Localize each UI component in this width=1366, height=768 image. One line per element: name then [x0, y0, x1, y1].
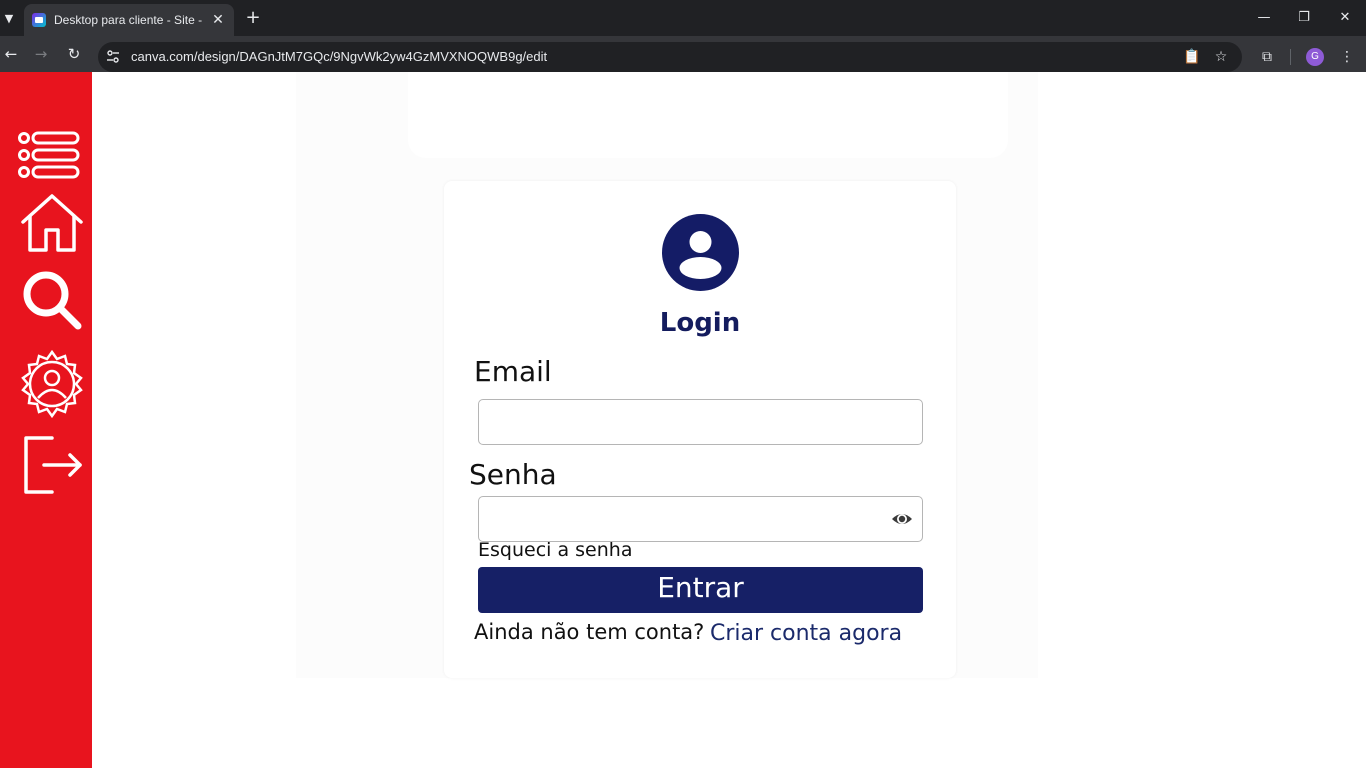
logout-icon[interactable]	[22, 434, 84, 496]
forgot-password-link[interactable]: Esqueci a senha	[478, 539, 632, 561]
toolbar-divider	[1290, 49, 1291, 65]
browser-tabstrip: ▼ Desktop para cliente - Site - Canva ✕ …	[0, 0, 1366, 36]
menu-list-icon[interactable]	[16, 128, 82, 184]
forward-button[interactable]: →	[30, 43, 52, 65]
search-icon[interactable]	[20, 268, 84, 332]
url-text[interactable]: canva.com/design/DAGnJtM7GQc/9NgvWk2yw4G…	[131, 49, 547, 64]
design-header-area	[408, 72, 1008, 158]
login-title: Login	[659, 308, 741, 338]
email-field[interactable]	[478, 399, 923, 445]
tab-title: Desktop para cliente - Site - Canva	[54, 13, 204, 27]
restore-window-button[interactable]: ❐	[1292, 6, 1316, 30]
show-password-eye-icon[interactable]	[891, 509, 913, 529]
tab-close-icon[interactable]: ✕	[210, 12, 226, 28]
bookmark-star-icon[interactable]: ☆	[1211, 47, 1231, 67]
password-field[interactable]	[478, 496, 923, 542]
login-submit-button[interactable]: Entrar	[478, 567, 923, 613]
home-icon[interactable]	[18, 192, 86, 254]
canva-favicon-icon	[32, 13, 46, 27]
browser-tab[interactable]: Desktop para cliente - Site - Canva ✕	[24, 4, 234, 36]
new-tab-button[interactable]: +	[243, 7, 263, 29]
settings-user-icon[interactable]	[16, 348, 88, 420]
back-button[interactable]: ←	[0, 43, 22, 65]
user-avatar-icon	[662, 214, 739, 291]
reload-button[interactable]: ↻	[63, 43, 85, 65]
extensions-puzzle-icon[interactable]: ⧉	[1257, 47, 1277, 67]
create-account-link[interactable]: Criar conta agora	[710, 621, 902, 646]
clipboard-icon[interactable]: 📋	[1182, 47, 1202, 67]
profile-avatar[interactable]: G	[1306, 48, 1324, 66]
minimize-window-button[interactable]: —	[1252, 6, 1276, 30]
more-menu-icon[interactable]: ⋮	[1337, 47, 1357, 67]
no-account-text: Ainda não tem conta?	[474, 620, 705, 644]
email-label: Email	[474, 355, 552, 388]
password-label: Senha	[469, 458, 557, 491]
close-window-button[interactable]: ✕	[1333, 6, 1357, 30]
site-info-icon[interactable]	[106, 49, 120, 65]
sidebar	[0, 72, 92, 768]
tab-search-chevron-icon[interactable]: ▼	[0, 6, 18, 30]
